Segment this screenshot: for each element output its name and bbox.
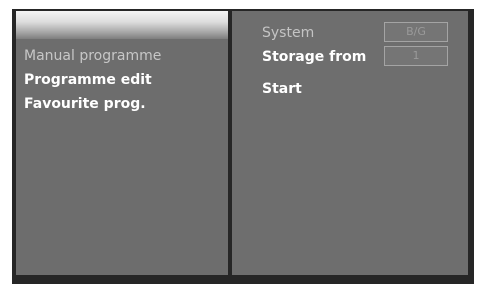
menu-item-programme-edit[interactable]: Programme edit [24, 68, 161, 92]
menu-item-manual-programme[interactable]: Manual programme [24, 44, 161, 68]
start-option[interactable]: Start [262, 79, 302, 99]
menu-panel: Manual programme Programme edit Favourit… [16, 11, 228, 275]
storage-from-label: Storage from [262, 49, 367, 65]
setting-row-storage-from[interactable]: Storage from 1 [262, 45, 462, 69]
storage-from-value-box[interactable]: 1 [384, 46, 448, 66]
menu-title-highlight-bar [16, 11, 228, 39]
system-value-box[interactable]: B/G [384, 22, 448, 42]
setting-row-system[interactable]: System B/G [262, 21, 462, 45]
tv-menu-frame: Manual programme Programme edit Favourit… [12, 9, 474, 284]
menu-item-favourite-prog[interactable]: Favourite prog. [24, 92, 161, 116]
menu-list: Manual programme Programme edit Favourit… [24, 44, 161, 116]
settings-panel: System B/G Storage from 1 Start [232, 11, 468, 275]
settings-list: System B/G Storage from 1 Start [262, 21, 462, 97]
system-label: System [262, 25, 315, 41]
